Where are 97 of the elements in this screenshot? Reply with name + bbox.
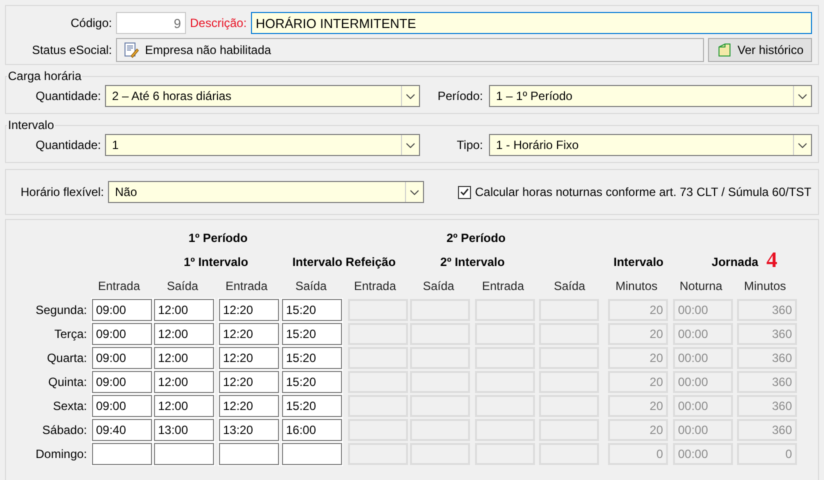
time-field[interactable]: 12:20	[219, 347, 279, 369]
day-label: Domingo:	[36, 447, 88, 461]
time-field[interactable]: 12:20	[219, 299, 279, 321]
time-field[interactable]: 15:20	[282, 323, 342, 345]
time-field[interactable]: 12:00	[154, 323, 214, 345]
day-label: Sábado:	[42, 423, 88, 437]
column-group-header: 1º Período	[188, 231, 248, 245]
field-label: Tipo:	[456, 138, 483, 152]
time-field[interactable]: 09:00	[92, 371, 152, 393]
codigo-label: Código:	[70, 16, 112, 30]
night-hours-field: 00:00	[673, 323, 733, 345]
interval-minutes-field: 20	[608, 371, 668, 393]
column-header: Entrada	[482, 279, 526, 293]
day-label: Sexta:	[52, 399, 88, 413]
column-header: Saída	[422, 279, 456, 293]
dropdown[interactable]: 2 – Até 6 horas diárias	[105, 85, 420, 107]
day-label: Segunda:	[36, 303, 88, 317]
night-hours-field: 00:00	[673, 347, 733, 369]
column-header: Entrada	[354, 279, 398, 293]
column-header: Entrada	[225, 279, 269, 293]
group-title: Intervalo	[7, 118, 56, 132]
night-hours-field: 00:00	[673, 299, 733, 321]
time-field[interactable]	[282, 443, 342, 465]
field-label: Quantidade:	[34, 89, 101, 103]
time-field[interactable]: 12:00	[154, 371, 214, 393]
time-field[interactable]: 09:40	[92, 419, 152, 441]
descricao-label: Descrição:	[190, 16, 247, 30]
time-field[interactable]: 12:20	[219, 323, 279, 345]
interval-minutes-field: 0	[608, 443, 668, 465]
column-group-header: 1º Intervalo	[184, 255, 248, 269]
day-label: Quarta:	[46, 351, 88, 365]
interval-minutes-field: 20	[608, 323, 668, 345]
time-field[interactable]	[92, 443, 152, 465]
total-minutes-field: 360	[737, 347, 797, 369]
time-field[interactable]: 12:00	[154, 347, 214, 369]
field-label: Período:	[436, 89, 483, 103]
column-header: Saída	[295, 279, 328, 293]
time-field[interactable]: 15:20	[282, 371, 342, 393]
time-field[interactable]: 09:00	[92, 395, 152, 417]
column-header: Noturna	[680, 279, 724, 293]
interval-minutes-field: 20	[608, 419, 668, 441]
time-field[interactable]: 15:20	[282, 299, 342, 321]
time-field[interactable]	[219, 443, 279, 465]
status-label: Status eSocial:	[30, 43, 112, 57]
checkbox-label: Calcular horas noturnas conforme art. 73 CLT / Súmula 60/TST	[475, 185, 812, 199]
checkbox[interactable]	[458, 186, 471, 198]
column-group-header: 2º Intervalo	[440, 255, 505, 269]
total-minutes-field: 360	[737, 419, 797, 441]
document-pen-icon	[123, 42, 139, 58]
column-header: Minutos	[615, 279, 659, 293]
group-title: Carga horária	[7, 69, 82, 83]
dropdown[interactable]: 1 – 1º Período	[489, 85, 812, 107]
history-button[interactable]: Ver histórico	[708, 38, 812, 62]
time-field[interactable]: 09:00	[92, 347, 152, 369]
time-field[interactable]: 15:20	[282, 395, 342, 417]
dropdown[interactable]: 1 - Horário Fixo	[489, 134, 812, 156]
night-hours-field: 00:00	[673, 371, 733, 393]
column-group-header: Intervalo	[613, 255, 664, 269]
total-minutes-field: 360	[737, 299, 797, 321]
total-minutes-field: 360	[737, 323, 797, 345]
dropdown[interactable]: Não	[108, 181, 424, 203]
codigo-field[interactable]: 9	[116, 12, 186, 34]
total-minutes-field: 360	[737, 395, 797, 417]
column-group-header: Intervalo Refeição	[292, 255, 396, 269]
column-header: Saída	[554, 279, 586, 293]
time-field[interactable]: 09:00	[92, 323, 152, 345]
night-hours-field: 00:00	[673, 443, 733, 465]
column-header: Entrada	[98, 279, 142, 293]
annotation-number: 4	[766, 247, 778, 273]
night-hours-field: 00:00	[673, 395, 733, 417]
day-label: Terça:	[54, 327, 88, 341]
time-field[interactable]: 12:20	[219, 371, 279, 393]
status-text: Empresa não habilitada	[145, 43, 272, 57]
night-hours-field: 00:00	[673, 419, 733, 441]
time-field[interactable]: 13:20	[219, 419, 279, 441]
time-field[interactable]: 09:00	[92, 299, 152, 321]
interval-minutes-field: 20	[608, 395, 668, 417]
document-icon	[716, 42, 732, 58]
field-label: Quantidade:	[34, 138, 101, 152]
time-field[interactable]: 12:00	[154, 299, 214, 321]
column-group-header: 2º Período	[446, 231, 506, 245]
time-field[interactable]: 12:20	[219, 395, 279, 417]
interval-minutes-field: 20	[608, 299, 668, 321]
time-field[interactable]	[154, 443, 214, 465]
dropdown[interactable]: 1	[105, 134, 420, 156]
time-field[interactable]: 13:00	[154, 419, 214, 441]
time-field[interactable]: 15:20	[282, 347, 342, 369]
flexivel-label: Horário flexível:	[20, 185, 104, 199]
day-label: Quinta:	[48, 375, 88, 389]
total-minutes-field: 0	[737, 443, 797, 465]
time-field[interactable]: 16:00	[282, 419, 342, 441]
interval-minutes-field: 20	[608, 347, 668, 369]
descricao-field[interactable]: HORÁRIO INTERMITENTE	[250, 12, 812, 34]
time-field[interactable]: 12:00	[154, 395, 214, 417]
column-header: Saída	[166, 279, 200, 293]
column-header: Minutos	[744, 279, 788, 293]
total-minutes-field: 360	[737, 371, 797, 393]
